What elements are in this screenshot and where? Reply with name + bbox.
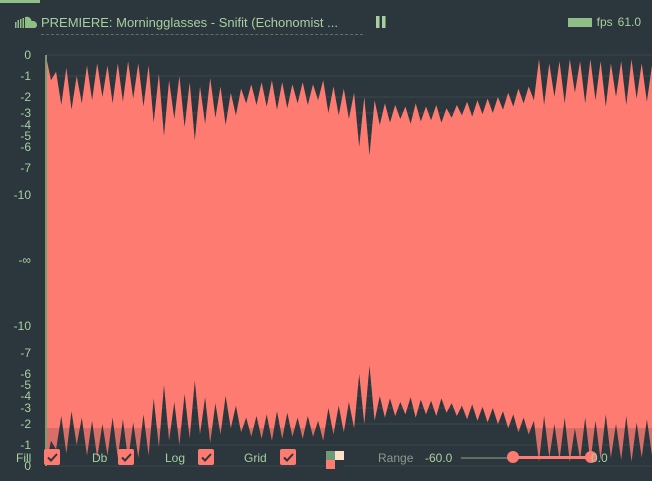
fps-meter: fps 61.0 [567, 15, 641, 29]
fill-label: Fill [16, 451, 32, 465]
visualizer-app: 0 -1 -2 -3 -4 -5 -6 -7 -10 -10 -7 -6 -5 -4 -3 -2 -1 0 -∞ P… [0, 0, 652, 481]
range-label: Range [378, 451, 414, 465]
swatch-cell [335, 451, 344, 460]
y-tick-label: 0 [24, 48, 31, 62]
grid-label: Grid [244, 451, 267, 465]
y-tick-label: -7 [20, 161, 31, 175]
color-swatch-picker[interactable] [326, 451, 344, 469]
y-tick-label: -3 [20, 401, 31, 415]
swatch-cell [326, 460, 335, 469]
y-tick-label-center: -∞ [18, 253, 31, 267]
check-icon [200, 452, 212, 462]
y-tick-label: -10 [13, 188, 31, 202]
log-label: Log [165, 451, 186, 465]
swatch-cell [326, 451, 335, 460]
header: PREMIERE: Morningglasses - Snifit (Echon… [0, 0, 652, 40]
soundcloud-icon[interactable] [15, 16, 37, 28]
controls-bar: Fill Db Log Grid Range -60.0 0.0 [0, 446, 652, 470]
fps-label: fps [596, 15, 613, 29]
swatch-cell [335, 460, 344, 469]
range-slider-fill [513, 456, 591, 459]
check-icon [120, 452, 132, 462]
y-tick-label: -6 [20, 140, 31, 154]
y-tick-label: -2 [20, 90, 31, 104]
fps-bar [567, 17, 592, 27]
db-label: Db [92, 451, 108, 465]
grid-checkbox[interactable] [280, 449, 296, 465]
y-axis-labels: 0 -1 -2 -3 -4 -5 -6 -7 -10 -10 -7 -6 -5 -4 -3 -2 -1 0 -∞ [0, 0, 45, 481]
y-tick-label: -10 [13, 319, 31, 333]
y-tick-label: -7 [20, 346, 31, 360]
fps-value: 61.0 [617, 15, 641, 29]
db-checkbox[interactable] [118, 449, 134, 465]
track-title-link[interactable]: PREMIERE: Morningglasses - Snifit (Echon… [41, 14, 363, 35]
waveform-area [47, 55, 652, 466]
y-tick-label: -2 [20, 417, 31, 431]
check-icon [282, 452, 294, 462]
y-tick-label: -1 [20, 69, 31, 83]
check-icon [46, 452, 58, 462]
pause-icon[interactable] [375, 16, 387, 28]
range-slider-low-thumb[interactable] [507, 451, 519, 463]
range-min-value: -60.0 [425, 451, 453, 465]
fill-checkbox[interactable] [44, 449, 60, 465]
log-checkbox[interactable] [198, 449, 214, 465]
range-max-value: 0.0 [591, 451, 608, 465]
waveform-plot [45, 54, 652, 467]
